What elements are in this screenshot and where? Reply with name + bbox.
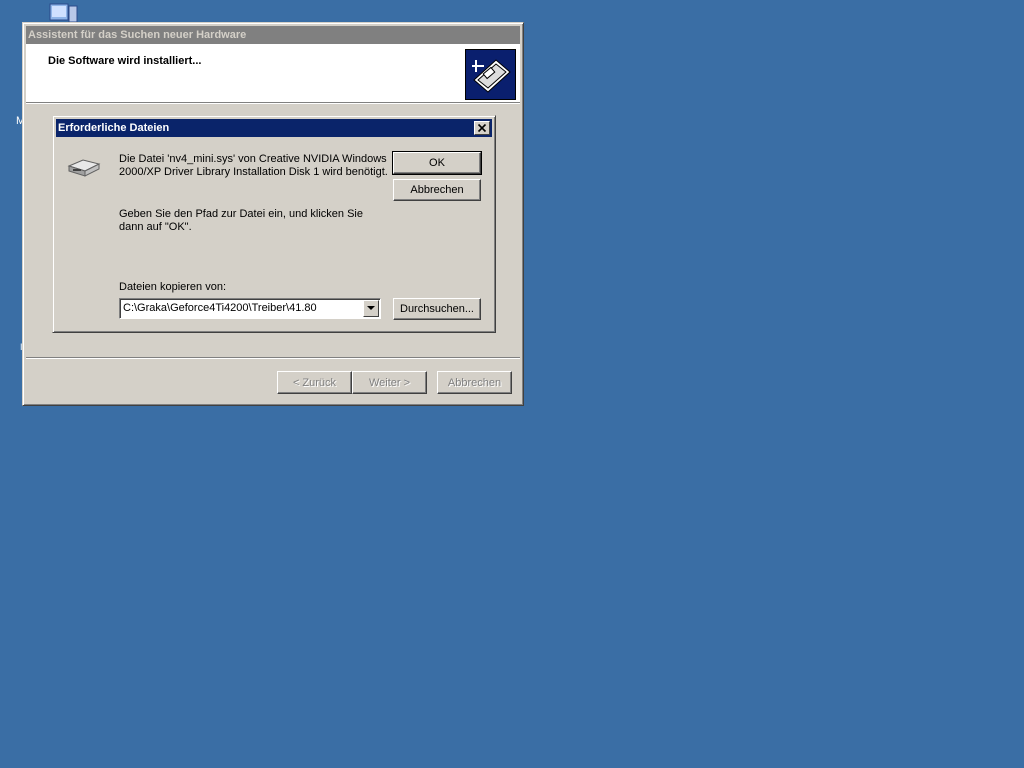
required-file-message: Die Datei 'nv4_mini.sys' von Creative NV… <box>119 153 388 178</box>
back-button[interactable]: < Zurück <box>277 371 352 394</box>
copy-from-combobox[interactable]: C:\Graka\Geforce4Ti4200\Treiber\41.80 <box>119 298 381 319</box>
dialog-title-bar[interactable]: Erforderliche Dateien <box>56 119 492 137</box>
dialog-cancel-button[interactable]: Abbrechen <box>393 179 481 201</box>
next-button[interactable]: Weiter > <box>352 371 427 394</box>
wizard-heading: Die Software wird installiert... <box>48 55 202 67</box>
wizard-cancel-button[interactable]: Abbrechen <box>437 371 512 394</box>
required-files-dialog: Erforderliche Dateien Die Datei 'nv4_min… <box>52 115 496 333</box>
header-separator <box>26 102 520 104</box>
my-computer-desktop-icon[interactable] <box>48 2 80 24</box>
chevron-down-icon[interactable] <box>363 300 379 317</box>
browse-button[interactable]: Durchsuchen... <box>393 298 481 320</box>
close-icon <box>477 123 487 133</box>
path-instruction: Geben Sie den Pfad zur Datei ein, und kl… <box>119 208 363 233</box>
wizard-title: Assistent für das Suchen neuer Hardware <box>28 29 247 41</box>
hardware-card-icon <box>465 49 516 100</box>
close-button[interactable] <box>474 121 490 135</box>
copy-from-label: Dateien kopieren von: <box>119 281 227 293</box>
disk-drive-icon <box>67 156 101 181</box>
dialog-title: Erforderliche Dateien <box>58 122 170 134</box>
ok-button[interactable]: OK <box>392 151 482 175</box>
wizard-header: Die Software wird installiert... <box>26 44 520 102</box>
copy-from-path-input[interactable]: C:\Graka\Geforce4Ti4200\Treiber\41.80 <box>123 302 317 314</box>
wizard-title-bar[interactable]: Assistent für das Suchen neuer Hardware <box>26 26 520 44</box>
footer-separator <box>26 357 520 359</box>
